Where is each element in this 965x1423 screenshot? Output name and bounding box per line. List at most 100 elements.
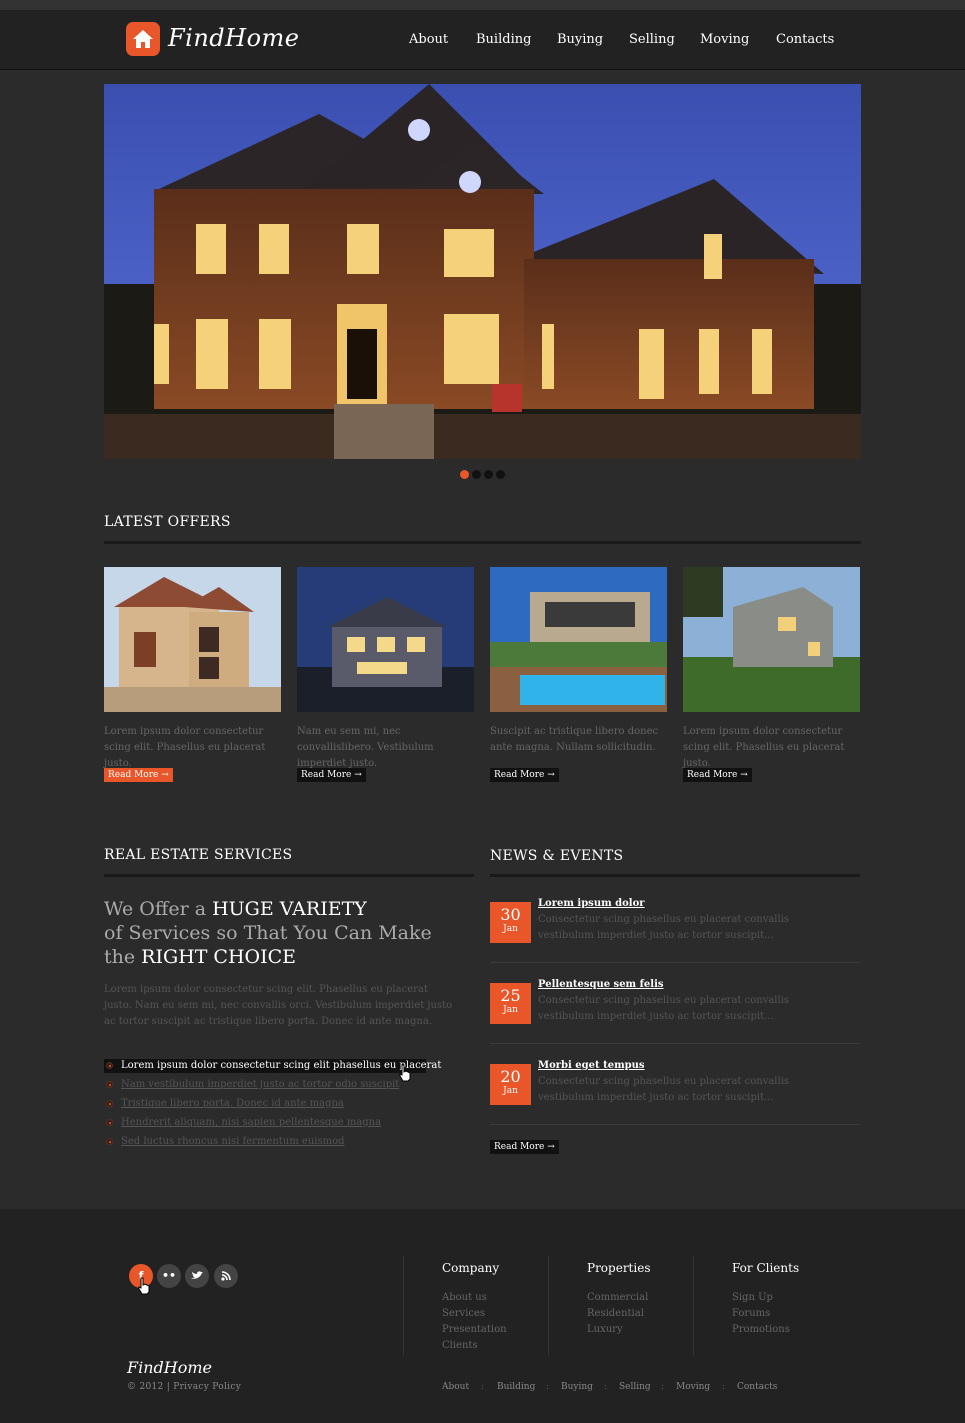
- news-read-more-button[interactable]: Read More →: [490, 1140, 559, 1154]
- footer-link[interactable]: Residential: [587, 1306, 648, 1322]
- footer-nav-selling[interactable]: Selling: [619, 1382, 651, 1392]
- date-day: 30: [500, 905, 521, 924]
- date-day: 25: [500, 986, 521, 1005]
- footer-link[interactable]: Promotions: [732, 1322, 790, 1338]
- nav-selling[interactable]: Selling: [629, 32, 675, 47]
- service-link[interactable]: Nam vestibulum imperdiet justo ac tortor…: [121, 1079, 399, 1090]
- read-more-button[interactable]: Read More →: [297, 768, 366, 782]
- offer-description: Lorem ipsum dolor consectetur scing elit…: [683, 726, 845, 769]
- offer-image[interactable]: [297, 567, 474, 712]
- list-item: Lorem ipsum dolor consectetur scing elit…: [104, 1059, 441, 1073]
- date-day: 20: [500, 1067, 521, 1086]
- slider-dot[interactable]: [484, 470, 493, 479]
- offer-description: Suscipit ac tristique libero donec ante …: [490, 726, 659, 753]
- footer-nav-contacts[interactable]: Contacts: [737, 1382, 777, 1392]
- bullet-icon: [106, 1081, 113, 1088]
- list-item: Nam vestibulum imperdiet justo ac tortor…: [104, 1078, 426, 1097]
- bullet-icon: [106, 1119, 113, 1126]
- news-date-badge: 20 Jan: [490, 1064, 531, 1105]
- news-excerpt: Consectetur scing phasellus eu placerat …: [538, 914, 790, 941]
- offer-card: Suscipit ac tristique libero donec ante …: [490, 567, 667, 782]
- list-item: Hendrerit aliquam, nisi sapien pellentes…: [104, 1116, 426, 1135]
- footer-clients-title: For Clients: [732, 1261, 800, 1275]
- news-excerpt: Consectetur scing phasellus eu placerat …: [538, 1076, 790, 1103]
- footer-link[interactable]: Services: [442, 1306, 507, 1322]
- slider-dot[interactable]: [472, 470, 481, 479]
- footer-link[interactable]: Forums: [732, 1306, 790, 1322]
- footer-nav-separator: :: [604, 1382, 608, 1392]
- services-link-list: Lorem ipsum dolor consectetur scing elit…: [104, 1059, 441, 1154]
- section-divider: [490, 874, 860, 877]
- site-header: FindHome About Building Buying Selling M…: [0, 10, 965, 70]
- footer-link[interactable]: Sign Up: [732, 1290, 790, 1306]
- footer-copyright[interactable]: © 2012 | Privacy Policy: [127, 1382, 241, 1392]
- nav-contacts[interactable]: Contacts: [776, 32, 834, 47]
- footer-logo[interactable]: FindHome: [127, 1358, 212, 1377]
- service-link[interactable]: Sed luctus rhoncus nisi fermentum euismo…: [121, 1136, 345, 1147]
- footer-nav-buying[interactable]: Buying: [561, 1382, 593, 1392]
- footer-nav-separator: :: [661, 1382, 665, 1392]
- footer-nav-building[interactable]: Building: [497, 1382, 535, 1392]
- footer-nav-about[interactable]: About: [442, 1382, 469, 1392]
- service-link[interactable]: Lorem ipsum dolor consectetur scing elit…: [121, 1060, 441, 1071]
- offer-description: Lorem ipsum dolor consectetur scing elit…: [104, 726, 266, 769]
- news-title: NEWS & EVENTS: [490, 848, 624, 864]
- nav-about[interactable]: About: [409, 32, 448, 47]
- hand-cursor-icon: [399, 1064, 411, 1082]
- news-divider: [490, 1043, 860, 1044]
- footer-link[interactable]: Presentation: [442, 1322, 507, 1338]
- section-divider: [104, 874, 474, 877]
- nav-buying[interactable]: Buying: [557, 32, 603, 47]
- service-link[interactable]: Hendrerit aliquam, nisi sapien pellentes…: [121, 1117, 381, 1128]
- hand-cursor-icon: [138, 1277, 150, 1295]
- slider-dot[interactable]: [496, 470, 505, 479]
- flickr-icon[interactable]: ••: [157, 1264, 181, 1288]
- news-title-link[interactable]: Lorem ipsum dolor: [538, 898, 645, 909]
- rss-icon[interactable]: [214, 1264, 238, 1288]
- home-logo-icon[interactable]: [126, 22, 160, 56]
- footer-nav-separator: :: [722, 1382, 726, 1392]
- news-title-link[interactable]: Pellentesque sem felis: [538, 979, 664, 990]
- list-item: Tristique libero porta. Donec id ante ma…: [104, 1097, 426, 1116]
- news-divider: [490, 1124, 860, 1125]
- twitter-icon[interactable]: [185, 1264, 209, 1288]
- offer-image[interactable]: [104, 567, 281, 712]
- footer-nav-moving[interactable]: Moving: [676, 1382, 710, 1392]
- footer-company-links: About us Services Presentation Clients: [442, 1290, 507, 1354]
- hero-slide-image[interactable]: [104, 84, 861, 459]
- section-divider: [104, 541, 861, 544]
- offer-image[interactable]: [490, 567, 667, 712]
- footer-divider: [693, 1256, 694, 1356]
- footer-properties-links: Commercial Residential Luxury: [587, 1290, 648, 1338]
- service-link[interactable]: Tristique libero porta. Donec id ante ma…: [121, 1098, 344, 1109]
- news-title-link[interactable]: Morbi eget tempus: [538, 1060, 645, 1071]
- nav-building[interactable]: Building: [476, 32, 531, 47]
- site-logo[interactable]: FindHome: [168, 24, 300, 52]
- bullet-icon: [106, 1138, 113, 1145]
- bullet-icon: [106, 1062, 113, 1069]
- headline-text: the: [104, 946, 142, 968]
- footer-divider: [548, 1256, 549, 1356]
- footer-nav-separator: :: [546, 1382, 550, 1392]
- read-more-button[interactable]: Read More →: [683, 768, 752, 782]
- list-item: Sed luctus rhoncus nisi fermentum euismo…: [104, 1135, 426, 1154]
- read-more-button[interactable]: Read More →: [104, 768, 173, 782]
- read-more-button[interactable]: Read More →: [490, 768, 559, 782]
- offer-description: Nam eu sem mi, nec convallislibero. Vest…: [297, 726, 434, 769]
- date-month: Jan: [503, 924, 518, 934]
- footer-link[interactable]: Clients: [442, 1338, 507, 1354]
- news-date-badge: 25 Jan: [490, 983, 531, 1024]
- services-headline: We Offer a HUGE VARIETY of Services so T…: [104, 897, 464, 969]
- services-title: REAL ESTATE SERVICES: [104, 847, 293, 863]
- footer-link[interactable]: About us: [442, 1290, 507, 1306]
- news-divider: [490, 962, 860, 963]
- footer-link[interactable]: Commercial: [587, 1290, 648, 1306]
- nav-moving[interactable]: Moving: [700, 32, 749, 47]
- footer-properties-title: Properties: [587, 1261, 651, 1275]
- services-description: Lorem ipsum dolor consectetur scing elit…: [104, 984, 453, 1027]
- slider-dot[interactable]: [460, 470, 469, 479]
- headline-emphasis: HUGE VARIETY: [212, 898, 367, 920]
- footer-link[interactable]: Luxury: [587, 1322, 648, 1338]
- offer-card: Lorem ipsum dolor consectetur scing elit…: [683, 567, 860, 782]
- offer-image[interactable]: [683, 567, 860, 712]
